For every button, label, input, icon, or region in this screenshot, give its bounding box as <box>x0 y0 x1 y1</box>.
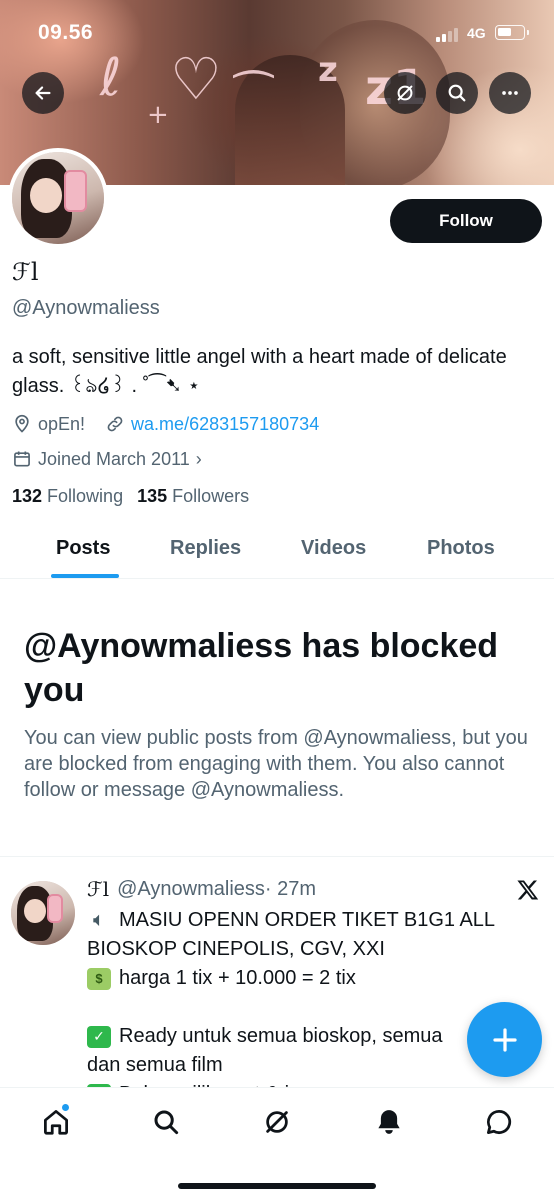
post-line: ✓ Ready untuk semua bioskop, semua <box>87 1022 517 1051</box>
bottom-nav <box>0 1087 554 1200</box>
post-line: 🔈︎ MASIU OPENN ORDER TIKET B1G1 ALL <box>87 906 517 935</box>
nav-grok[interactable] <box>259 1104 295 1140</box>
tab-replies[interactable]: Replies <box>170 537 241 560</box>
battery-icon <box>495 25 529 40</box>
followers-label: Followers <box>172 486 250 506</box>
bell-icon <box>378 1110 400 1134</box>
blocked-title: @Aynowmaliess has blocked you <box>24 627 499 709</box>
blocked-description: You can view public posts from @Aynowmal… <box>24 727 528 801</box>
banner-deco-plus: + <box>147 100 169 130</box>
post-avatar[interactable] <box>11 881 75 945</box>
post-text: dan semua film <box>87 1054 223 1076</box>
notification-dot <box>61 1103 70 1112</box>
post-time: · 27m <box>264 877 317 900</box>
nav-notifications[interactable] <box>371 1104 407 1140</box>
post-line: BIOSKOP CINEPOLIS, CGV, XXI <box>87 935 517 964</box>
joined-row[interactable]: Joined March 2011 › <box>12 446 202 472</box>
following-count: 132 <box>12 486 43 506</box>
check-icon: ✓ <box>87 1025 111 1048</box>
search-icon <box>448 84 466 102</box>
x-logo-icon <box>517 880 539 900</box>
money-icon: $ <box>87 967 111 990</box>
chat-icon <box>487 1109 512 1134</box>
divider <box>0 856 554 857</box>
network-label: 4G <box>467 25 486 41</box>
nav-search[interactable] <box>148 1104 184 1140</box>
banner-deco-wave: ⁀ <box>235 70 272 124</box>
active-tab-indicator <box>51 574 119 578</box>
more-button[interactable] <box>489 72 531 114</box>
tab-posts[interactable]: Posts <box>56 537 110 560</box>
search-icon <box>154 1110 179 1135</box>
post-text: Ready untuk semua bioskop, semua <box>119 1025 443 1047</box>
follow-button[interactable]: Follow <box>390 199 542 243</box>
profile-meta-row: opEn! wa.me/6283157180734 <box>12 411 319 437</box>
post-text: harga 1 tix + 10.000 = 2 tix <box>119 967 356 989</box>
link-icon <box>107 416 123 432</box>
post-text: BIOSKOP CINEPOLIS, CGV, XXI <box>87 938 385 960</box>
more-icon <box>502 91 518 95</box>
post-text: MASIU OPENN ORDER TIKET B1G1 ALL <box>119 909 496 931</box>
grok-icon <box>397 85 413 101</box>
post-author-name[interactable]: ℱl <box>87 877 109 901</box>
grok-icon <box>266 1111 288 1133</box>
post-line: dan semua film <box>87 1051 517 1080</box>
profile-handle: @Aynowmaliess <box>12 297 160 319</box>
joined-date: Joined March 2011 <box>38 448 190 469</box>
compose-button[interactable] <box>467 1002 542 1077</box>
profile-link[interactable]: wa.me/6283157180734 <box>131 414 319 435</box>
status-time: 09.56 <box>38 21 94 44</box>
location-pin-icon <box>15 414 29 433</box>
followers-stat[interactable]: 135 Followers <box>137 486 249 507</box>
speaker-icon: 🔈︎ <box>93 909 105 931</box>
followers-count: 135 <box>137 486 168 506</box>
tab-photos[interactable]: Photos <box>427 537 495 560</box>
calendar-icon <box>14 451 30 467</box>
chevron-right-icon: › <box>195 448 202 469</box>
profile-bio: a soft, sensitive little angel with a he… <box>12 346 507 397</box>
back-button[interactable] <box>22 72 64 114</box>
follow-stats: 132 Following 135 Followers <box>12 486 263 507</box>
search-button[interactable] <box>436 72 478 114</box>
following-label: Following <box>47 486 124 506</box>
profile-location: opEn! <box>38 413 86 434</box>
display-name: ℱl <box>12 258 39 286</box>
profile-avatar[interactable] <box>8 148 108 248</box>
signal-icon <box>436 28 464 42</box>
post-line: $ harga 1 tix + 10.000 = 2 tix <box>87 964 517 993</box>
status-bar: 09.56 4G <box>0 0 554 60</box>
plus-icon <box>492 1027 517 1052</box>
home-indicator <box>178 1183 376 1189</box>
arrow-left-icon <box>35 86 51 100</box>
tab-videos[interactable]: Videos <box>301 537 366 560</box>
post-header: ℱl @Aynowmaliess · 27m <box>87 877 316 901</box>
nav-messages[interactable] <box>481 1104 517 1140</box>
grok-button[interactable] <box>384 72 426 114</box>
post-body[interactable]: 🔈︎ MASIU OPENN ORDER TIKET B1G1 ALL BIOSK… <box>87 906 517 1109</box>
following-stat[interactable]: 132 Following <box>12 486 123 507</box>
profile-tabs: Posts Replies Videos Photos <box>0 525 554 579</box>
post-author-handle[interactable]: @Aynowmaliess <box>117 878 265 901</box>
